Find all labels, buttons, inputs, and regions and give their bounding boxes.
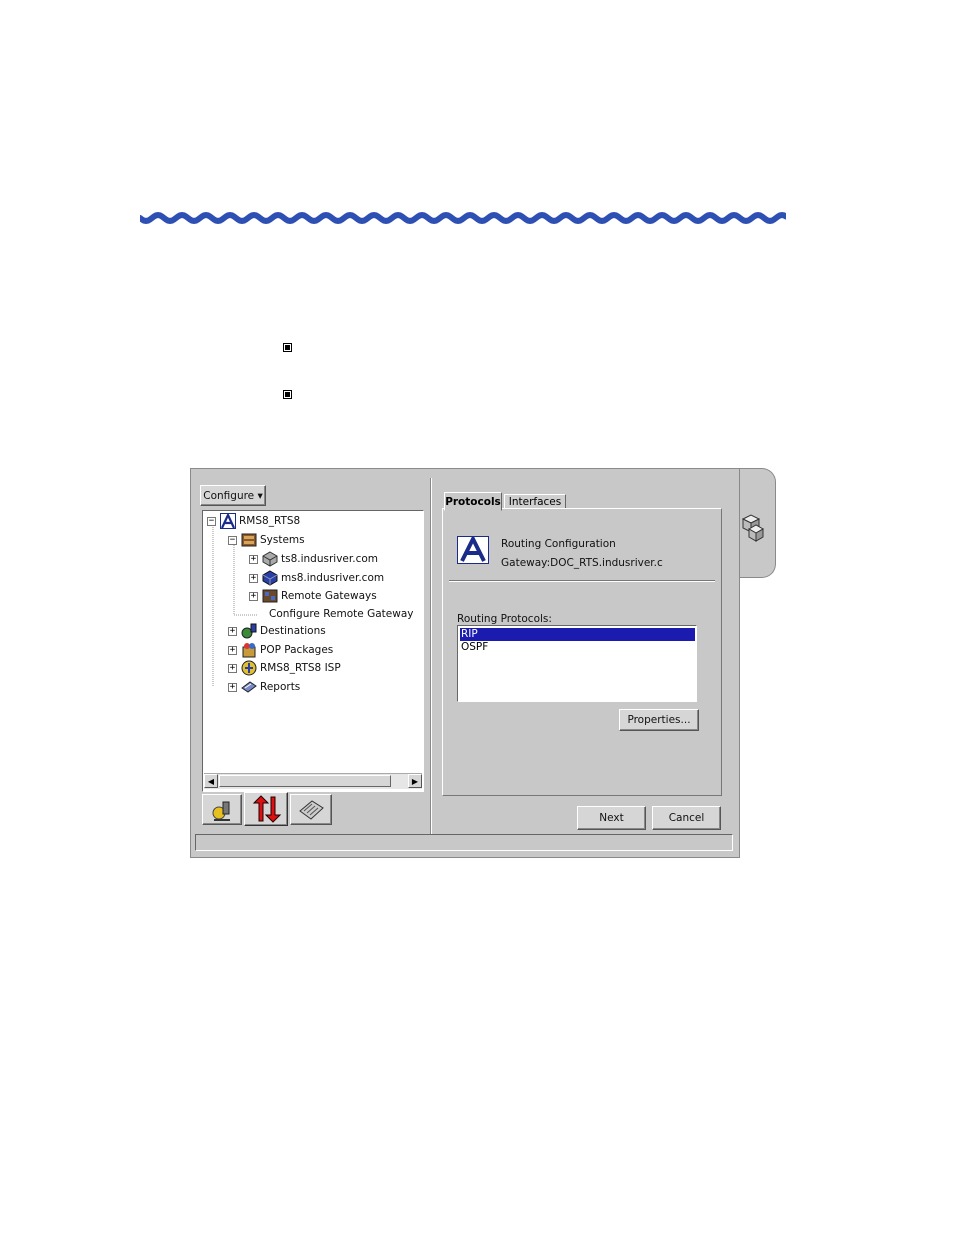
tree-item[interactable]: + ts8.indusriver.com bbox=[249, 551, 378, 567]
tab-protocols[interactable]: Protocols bbox=[444, 492, 502, 511]
gateway-label: Gateway:DOC_RTS.indusriver.c bbox=[501, 557, 663, 569]
tree-item[interactable]: + POP Packages bbox=[228, 642, 333, 658]
expand-icon[interactable]: + bbox=[249, 554, 258, 564]
protocol-list-item-rip[interactable]: RIP bbox=[460, 628, 695, 641]
tree-item-label: POP Packages bbox=[260, 644, 334, 656]
configure-menu-button[interactable]: Configure ▾ bbox=[200, 485, 266, 506]
decorative-wave-rule bbox=[140, 211, 786, 225]
packages-icon bbox=[241, 642, 257, 658]
routing-protocols-label: Routing Protocols: bbox=[457, 613, 552, 625]
header-divider bbox=[449, 580, 715, 582]
tree-item-label: Destinations bbox=[260, 625, 326, 637]
collapse-icon[interactable]: − bbox=[207, 516, 216, 526]
expand-icon[interactable]: + bbox=[228, 645, 237, 655]
tree-item-label: ts8.indusriver.com bbox=[281, 553, 378, 565]
expand-icon[interactable]: + bbox=[228, 682, 237, 692]
app-window: Configure ▾ − RMS8_RTS8− Systems + ts8.indus… bbox=[190, 468, 776, 858]
tree-item-label: Systems bbox=[260, 534, 305, 546]
tree-item-label: RMS8_RTS8 ISP bbox=[260, 662, 341, 674]
protocol-list-item-ospf[interactable]: OSPF bbox=[460, 641, 695, 654]
next-button[interactable]: Next bbox=[577, 806, 646, 830]
app-logo-icon bbox=[457, 536, 489, 564]
keyboard-icon bbox=[299, 799, 324, 820]
server-blue-icon bbox=[262, 570, 278, 586]
cancel-button[interactable]: Cancel bbox=[652, 806, 721, 830]
navigation-tree[interactable]: − RMS8_RTS8− Systems + ts8.indusriver.com + ms… bbox=[202, 510, 424, 792]
expand-icon[interactable]: + bbox=[228, 626, 237, 636]
tree-item[interactable]: + ms8.indusriver.com bbox=[249, 570, 384, 586]
server-icon bbox=[262, 551, 278, 567]
tree-item[interactable]: + RMS8_RTS8 ISP bbox=[228, 660, 341, 676]
bottom-tab-keyboard[interactable] bbox=[290, 794, 332, 825]
expand-icon[interactable]: + bbox=[249, 573, 258, 583]
scroll-thumb[interactable] bbox=[219, 775, 391, 787]
traffic-arrows-icon bbox=[252, 795, 281, 823]
systems-icon bbox=[241, 532, 257, 548]
scroll-right-icon[interactable]: ▶ bbox=[408, 774, 422, 788]
expand-icon[interactable]: + bbox=[249, 591, 258, 601]
app-logo-icon bbox=[220, 513, 236, 529]
tree-item-label: Remote Gateways bbox=[281, 590, 377, 602]
gateway-icon bbox=[262, 588, 278, 604]
tree-item[interactable]: Configure Remote Gateway bbox=[269, 606, 413, 622]
tree-item[interactable]: − Systems bbox=[228, 532, 305, 548]
expand-icon[interactable]: + bbox=[228, 663, 237, 673]
bottom-tab-traffic[interactable] bbox=[244, 792, 288, 826]
reports-icon bbox=[241, 679, 257, 695]
tree-item-label: Reports bbox=[260, 681, 301, 693]
bullet-checkbox-1 bbox=[283, 343, 292, 352]
bullet-checkbox-2 bbox=[283, 390, 292, 399]
cubes-icon[interactable] bbox=[740, 513, 766, 543]
tree-item[interactable]: + Destinations bbox=[228, 623, 326, 639]
collapse-icon[interactable]: − bbox=[228, 535, 237, 545]
wizard-icon bbox=[212, 801, 230, 821]
status-bar bbox=[195, 834, 733, 851]
tree-item-label: Configure Remote Gateway bbox=[269, 608, 414, 620]
protocols-panel: Routing Configuration Gateway:DOC_RTS.in… bbox=[442, 508, 722, 796]
tree-item[interactable]: + Reports bbox=[228, 679, 300, 695]
isp-icon bbox=[241, 660, 257, 676]
tree-horizontal-scrollbar[interactable]: ◀ ▶ bbox=[204, 773, 422, 789]
tree-item[interactable]: + Remote Gateways bbox=[249, 588, 377, 604]
scroll-left-icon[interactable]: ◀ bbox=[204, 774, 218, 788]
bottom-tab-wizard[interactable] bbox=[202, 794, 242, 825]
properties-button[interactable]: Properties... bbox=[619, 709, 699, 731]
tree-item-label: ms8.indusriver.com bbox=[281, 572, 385, 584]
routing-protocols-list[interactable]: RIP OSPF bbox=[457, 625, 697, 702]
tree-item-label: RMS8_RTS8 bbox=[239, 515, 301, 527]
pane-divider[interactable] bbox=[430, 478, 432, 834]
destinations-icon bbox=[241, 623, 257, 639]
routing-config-title: Routing Configuration bbox=[501, 538, 616, 550]
tree-item[interactable]: − RMS8_RTS8 bbox=[207, 513, 300, 529]
